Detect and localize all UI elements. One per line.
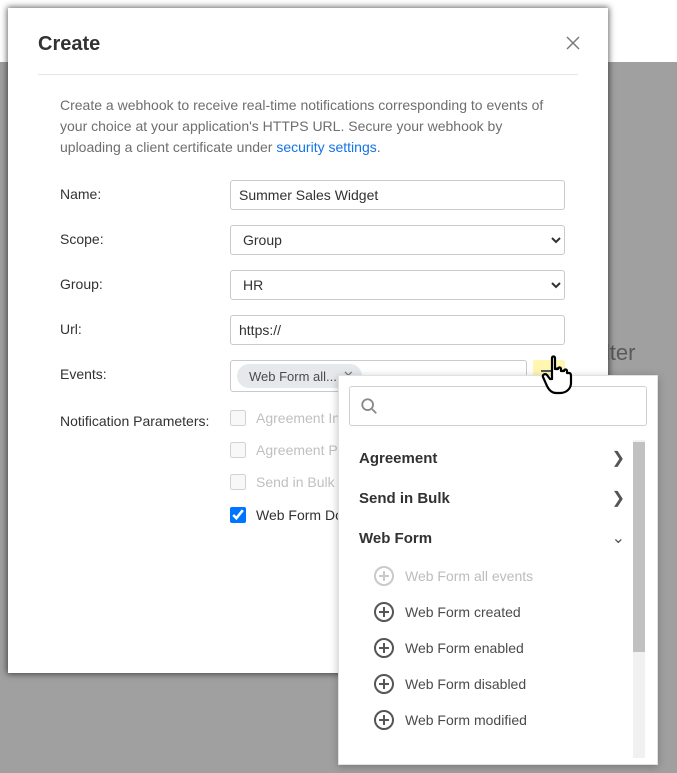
np-label: Send in Bulk In — [256, 473, 350, 491]
name-input[interactable] — [230, 180, 565, 210]
dd-category-sendinbulk[interactable]: Send in Bulk ❯ — [349, 478, 629, 518]
dd-category-label: Send in Bulk — [359, 490, 450, 507]
scope-select[interactable]: Group — [230, 225, 565, 255]
name-label: Name: — [60, 180, 230, 202]
scope-label: Scope: — [60, 225, 230, 247]
np-checkbox-agreement-info — [230, 410, 246, 426]
security-settings-link[interactable]: security settings — [276, 139, 376, 155]
np-checkbox-sendinbulk — [230, 474, 246, 490]
np-checkbox-agreement-pa — [230, 442, 246, 458]
chevron-right-icon: ❯ — [612, 488, 625, 508]
dd-item-webform-modified[interactable]: Web Form modified — [349, 702, 629, 738]
dd-item-label: Web Form created — [405, 604, 521, 620]
modal-description: Create a webhook to receive real-time no… — [38, 95, 578, 158]
np-checkbox-webform[interactable] — [230, 507, 246, 523]
modal-title: Create — [38, 33, 578, 56]
plus-circle-icon — [373, 601, 395, 623]
dd-item-webform-all: Web Form all events — [349, 558, 629, 594]
plus-circle-icon — [373, 709, 395, 731]
url-input[interactable] — [230, 315, 565, 345]
url-label: Url: — [60, 315, 230, 337]
dd-item-webform-disabled[interactable]: Web Form disabled — [349, 666, 629, 702]
dd-item-webform-enabled[interactable]: Web Form enabled — [349, 630, 629, 666]
events-dropdown: Agreement ❯ Send in Bulk ❯ Web Form ⌄ — [338, 375, 658, 765]
dd-item-label: Web Form all events — [405, 568, 533, 584]
close-icon[interactable] — [566, 36, 580, 50]
dd-item-label: Web Form enabled — [405, 640, 524, 656]
dd-category-agreement[interactable]: Agreement ❯ — [349, 438, 629, 478]
dd-category-label: Agreement — [359, 450, 437, 467]
dd-category-webform[interactable]: Web Form ⌄ — [349, 518, 629, 558]
dd-item-webform-created[interactable]: Web Form created — [349, 594, 629, 630]
scrollbar-thumb[interactable] — [633, 442, 645, 652]
dd-category-label: Web Form — [359, 530, 432, 547]
event-chip-label: Web Form all... — [249, 369, 337, 384]
dd-item-label: Web Form modified — [405, 712, 527, 728]
np-label: Agreement In — [256, 409, 340, 427]
group-label: Group: — [60, 270, 230, 292]
chevron-right-icon: ❯ — [612, 448, 625, 468]
dropdown-search[interactable] — [349, 386, 647, 426]
group-select[interactable]: HR — [230, 270, 565, 300]
dd-item-label: Web Form disabled — [405, 676, 526, 692]
plus-circle-icon — [373, 565, 395, 587]
search-icon — [360, 397, 378, 415]
dropdown-scrollbar[interactable] — [633, 440, 645, 758]
notification-parameters-label: Notification Parameters: — [60, 407, 230, 429]
plus-circle-icon — [373, 673, 395, 695]
plus-circle-icon — [373, 637, 395, 659]
chevron-down-icon: ⌄ — [612, 528, 625, 548]
dropdown-search-input[interactable] — [386, 398, 636, 414]
events-label: Events: — [60, 360, 230, 382]
caret-down-icon: ▼ — [554, 365, 562, 374]
